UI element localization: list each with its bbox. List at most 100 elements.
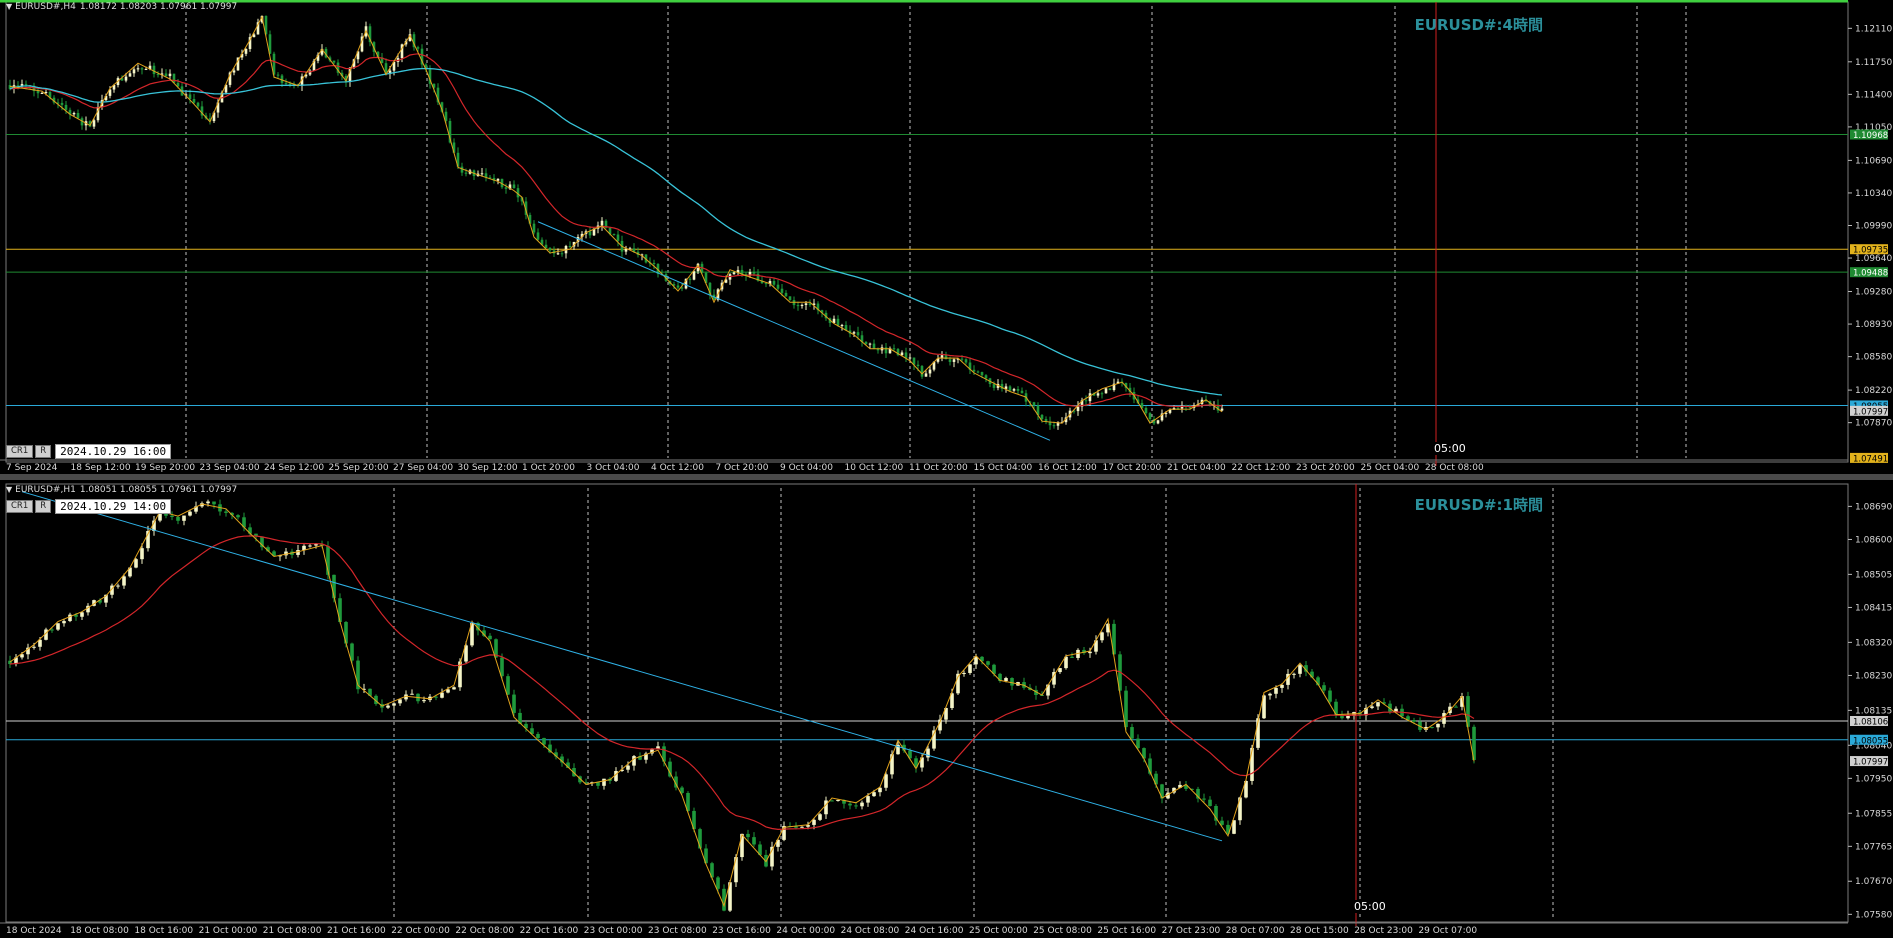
- h4-time-label-17: 17 Oct 20:00: [1103, 463, 1162, 473]
- h1-time-label-6: 22 Oct 00:00: [391, 926, 450, 936]
- h4-time-label-14: 11 Oct 20:00: [909, 463, 968, 473]
- h1-r-button[interactable]: R: [35, 500, 52, 513]
- h1-trendline: [21, 491, 1223, 842]
- h1-candle-body: [746, 833, 750, 838]
- h4-candle-body: [804, 303, 808, 305]
- h4-time-label-7: 30 Sep 12:00: [458, 463, 518, 473]
- h1-time-label-9: 23 Oct 00:00: [584, 926, 643, 936]
- h1-candle-body: [410, 693, 414, 695]
- h1-cr1-button[interactable]: CR1: [6, 500, 34, 513]
- h4-candle-body: [124, 76, 128, 81]
- h4-symbol: EURUSD#,H4: [15, 2, 76, 12]
- h1-candle-body: [80, 612, 84, 617]
- h4-chart-panel[interactable]: 1.12110 1.11750 1.11400 1.11050 1.10690 1.103…: [0, 0, 1893, 474]
- h4-candle-body: [512, 184, 516, 189]
- h4-candle-body: [676, 285, 680, 288]
- h4-r-button[interactable]: R: [35, 445, 52, 458]
- h1-candle-body: [734, 857, 738, 883]
- h4-candle-body: [892, 348, 896, 350]
- h4-candle-body: [140, 68, 144, 70]
- h4-candle-body: [1016, 389, 1020, 391]
- h4-price-tick-4: 1.10690: [1855, 156, 1892, 166]
- h4-candle-body: [480, 173, 484, 175]
- h4-candle-body: [24, 84, 28, 86]
- h4-candle-body: [1008, 386, 1012, 391]
- h4-candle-body: [688, 278, 692, 280]
- h4-candle-body: [1084, 400, 1088, 402]
- h1-time-label-12: 24 Oct 00:00: [776, 926, 835, 936]
- h4-candle-body: [628, 248, 632, 250]
- h1-candle-body: [122, 576, 126, 586]
- h4-candle-body: [904, 352, 908, 358]
- h4-candle-body: [868, 343, 872, 345]
- h4-candle-body: [836, 318, 840, 326]
- h1-candle-body: [1088, 651, 1092, 654]
- h4-time-label-8: 1 Oct 20:00: [522, 463, 575, 473]
- h4-candle-body: [132, 69, 136, 74]
- h4-candle-body: [464, 172, 468, 174]
- h4-candle-body: [44, 91, 48, 93]
- h4-time-label-12: 9 Oct 04:00: [780, 463, 833, 473]
- h4-time-label-22: 28 Oct 08:00: [1425, 463, 1484, 473]
- h4-candle-body: [40, 92, 44, 94]
- h4-chart-canvas[interactable]: 1.121101.117501.114001.110501.106901.103…: [0, 0, 1893, 474]
- h1-symbol: EURUSD#,H1: [15, 485, 76, 495]
- h1-vline-time-label: 05:00: [1352, 900, 1388, 913]
- h4-ma-cyan: [9, 67, 1223, 396]
- h1-time-label-3: 21 Oct 00:00: [199, 926, 258, 936]
- h1-candle-body: [1208, 799, 1212, 806]
- h4-candle-body: [856, 332, 860, 336]
- h1-chart-panel[interactable]: 1.08690 1.08600 1.08505 1.08415 1.08320 1.082…: [0, 480, 1893, 938]
- h4-candle-body: [1076, 406, 1080, 412]
- h1-candle-body: [812, 819, 816, 825]
- h4-candle-body: [1100, 393, 1104, 395]
- h4-time-label-11: 7 Oct 20:00: [716, 463, 769, 473]
- h1-candle-body: [986, 661, 990, 665]
- h1-time-label-16: 25 Oct 08:00: [1033, 926, 1092, 936]
- h1-candle-body: [626, 765, 630, 770]
- h1-time-label-11: 23 Oct 16:00: [712, 926, 771, 936]
- h4-candle-body: [332, 60, 336, 63]
- h4-time-label-1: 18 Sep 12:00: [71, 463, 131, 473]
- h4-cr1-button[interactable]: CR1: [6, 445, 34, 458]
- h4-price-label-2: 1.09488: [1853, 269, 1888, 279]
- h4-price-tick-9: 1.08930: [1855, 320, 1892, 330]
- h1-candle-body: [716, 877, 720, 889]
- h4-candle-body: [1040, 414, 1044, 420]
- collapse-triangle-icon[interactable]: ▼: [6, 2, 12, 11]
- h4-candle-body: [1088, 393, 1092, 402]
- h1-price-tick-3: 1.08415: [1855, 603, 1892, 613]
- h1-time-label-8: 22 Oct 16:00: [520, 926, 579, 936]
- h4-candle-body: [928, 369, 932, 374]
- h1-price-tick-8: 1.07950: [1855, 774, 1892, 784]
- h1-date-box[interactable]: 2024.10.29 14:00: [55, 499, 172, 514]
- h4-candle-body: [600, 220, 604, 226]
- h4-candle-body: [908, 357, 912, 359]
- collapse-triangle-icon[interactable]: ▼: [6, 485, 12, 494]
- h1-candle-body: [422, 700, 426, 702]
- h1-chart-canvas[interactable]: 1.08690 1.08600 1.08505 1.08415 1.08320 1.082…: [0, 480, 1893, 938]
- h4-chart-header: ▼ EURUSD#,H4 1.08172 1.08203 1.07961 1.079…: [6, 2, 237, 12]
- h4-candle-body: [244, 48, 248, 54]
- h1-price-tick-9: 1.07855: [1855, 809, 1892, 819]
- h4-candle-body: [36, 91, 40, 94]
- h1-candle-body: [212, 501, 216, 505]
- h1-candle-body: [968, 664, 972, 673]
- h1-candle-body: [830, 800, 834, 802]
- h4-time-label-21: 25 Oct 04:00: [1361, 463, 1420, 473]
- h1-candle-body: [1070, 656, 1074, 658]
- h4-price-tick-12: 1.07870: [1855, 419, 1892, 429]
- h1-tool-buttons: CR1 R 2024.10.29 14:00: [6, 499, 172, 514]
- h1-candle-body: [236, 515, 240, 518]
- h4-candle-body: [916, 364, 920, 367]
- h1-time-label-18: 27 Oct 23:00: [1162, 926, 1221, 936]
- h1-candle-body: [1454, 706, 1458, 708]
- h1-candle-body: [866, 796, 870, 803]
- h1-candle-body: [506, 676, 510, 695]
- h4-candle-body: [1032, 402, 1036, 406]
- h4-date-box[interactable]: 2024.10.29 16:00: [55, 444, 172, 459]
- h4-price-tick-6: 1.09990: [1855, 221, 1892, 231]
- h4-ohlc: 1.08172 1.08203 1.07961 1.07997: [79, 2, 238, 12]
- h1-candle-body: [1298, 665, 1302, 674]
- h4-candle-body: [64, 104, 68, 110]
